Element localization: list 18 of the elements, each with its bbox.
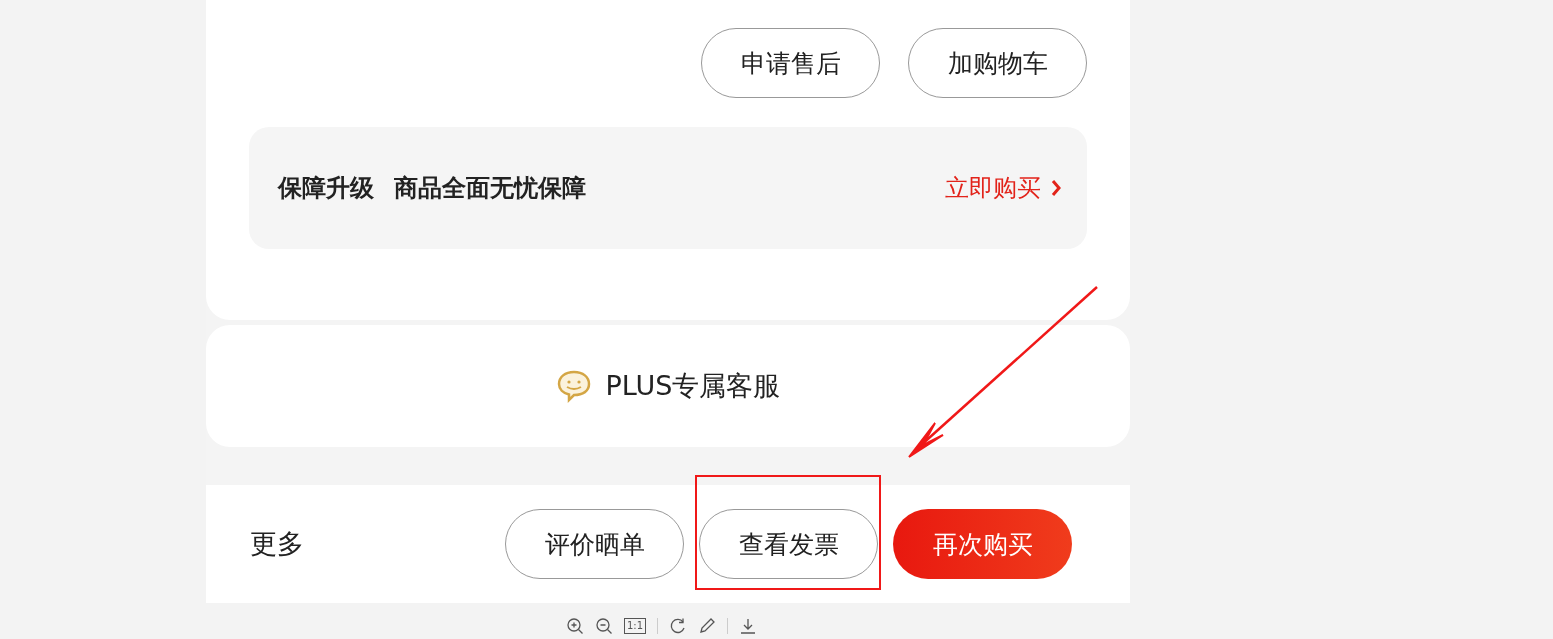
service-card[interactable]: PLUS专属客服 — [206, 325, 1130, 447]
service-label: PLUS专属客服 — [605, 369, 781, 403]
more-link[interactable]: 更多 — [250, 526, 304, 562]
protection-description: 商品全面无忧保障 — [394, 173, 586, 204]
outline-button[interactable]: 申请售后 — [701, 28, 880, 98]
buy-again-button[interactable]: 再次购买 — [893, 509, 1072, 579]
zoom-in-icon[interactable] — [566, 617, 584, 635]
outline-button[interactable]: 加购物车 — [908, 28, 1087, 98]
buy-now-link[interactable]: 立即购买 — [945, 172, 1061, 204]
pencil-icon[interactable] — [698, 617, 717, 635]
zoom-out-icon[interactable] — [595, 617, 613, 635]
protection-title: 保障升级 — [278, 173, 374, 204]
chevron-right-icon — [1051, 179, 1061, 197]
outline-button[interactable]: 评价晒单 — [505, 509, 684, 579]
smiley-chat-icon — [555, 369, 592, 403]
actual-size-button[interactable]: 1:1 — [624, 618, 647, 634]
outline-button[interactable]: 查看发票 — [699, 509, 878, 579]
download-icon[interactable] — [739, 617, 758, 635]
